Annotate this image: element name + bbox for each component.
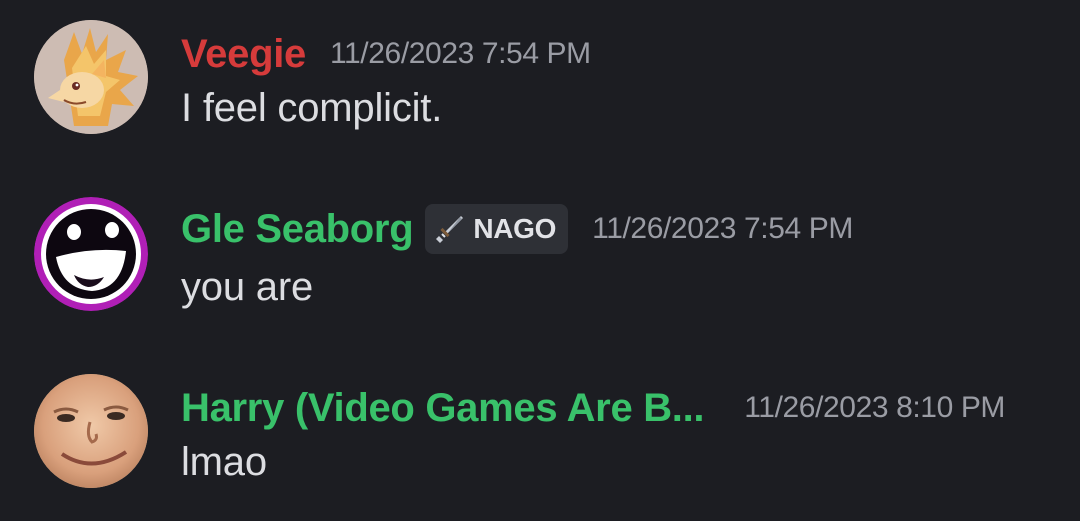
face-photo-avatar-icon[interactable] [34,374,148,488]
message-text: I feel complicit. [181,86,443,130]
tag-label: NAGO [473,213,557,244]
username[interactable]: Harry (Video Games Are B... [181,386,705,431]
chat-message-list: Veegie 11/26/2023 7:54 PM I feel complic… [0,0,1080,521]
sword-icon [433,212,467,246]
message-header: Gle Seaborg NAGO 11/26/2023 7:54 PM [181,201,853,257]
timestamp[interactable]: 11/26/2023 7:54 PM [592,212,853,246]
username[interactable]: Veegie [181,32,306,77]
fox-avatar-icon[interactable] [34,20,148,134]
message-text: you are [181,265,314,309]
timestamp[interactable]: 11/26/2023 8:10 PM [744,391,1005,425]
username[interactable]: Gle Seaborg [181,207,414,252]
message-text: lmao [181,440,267,484]
smiley-avatar-icon[interactable] [34,197,148,311]
message-header: Veegie 11/26/2023 7:54 PM [181,26,591,82]
message-item: Veegie 11/26/2023 7:54 PM I feel complic… [0,20,1080,140]
message-item: Gle Seaborg NAGO 11/26/2023 7:54 PM you … [0,197,1080,317]
timestamp[interactable]: 11/26/2023 7:54 PM [330,37,591,71]
server-tag-badge[interactable]: NAGO [425,204,569,254]
message-item: Harry (Video Games Are B... 11/26/2023 8… [0,374,1080,494]
message-header: Harry (Video Games Are B... 11/26/2023 8… [181,380,1005,436]
